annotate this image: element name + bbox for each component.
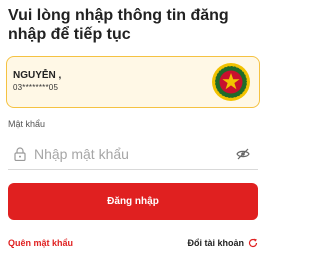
police-emblem-icon [212, 63, 250, 101]
switch-account-label: Đổi tài khoản [187, 238, 244, 248]
account-phone: 03********05 [13, 83, 59, 92]
password-input[interactable] [34, 142, 224, 166]
refresh-icon [248, 238, 258, 248]
account-name: NGUYỄN , [13, 70, 62, 81]
lock-icon [14, 147, 26, 161]
page-title: Vui lòng nhập thông tin đăng nhập để tiế… [8, 7, 229, 43]
password-field[interactable] [8, 138, 258, 170]
eye-off-icon[interactable] [236, 148, 250, 160]
password-label: Mật khẩu [8, 119, 46, 129]
account-card[interactable]: NGUYỄN , 03********05 [6, 56, 260, 108]
forgot-password-link[interactable]: Quên mật khẩu [8, 238, 73, 248]
switch-account-button[interactable]: Đổi tài khoản [187, 236, 258, 250]
login-button[interactable]: Đăng nhập [8, 183, 258, 220]
